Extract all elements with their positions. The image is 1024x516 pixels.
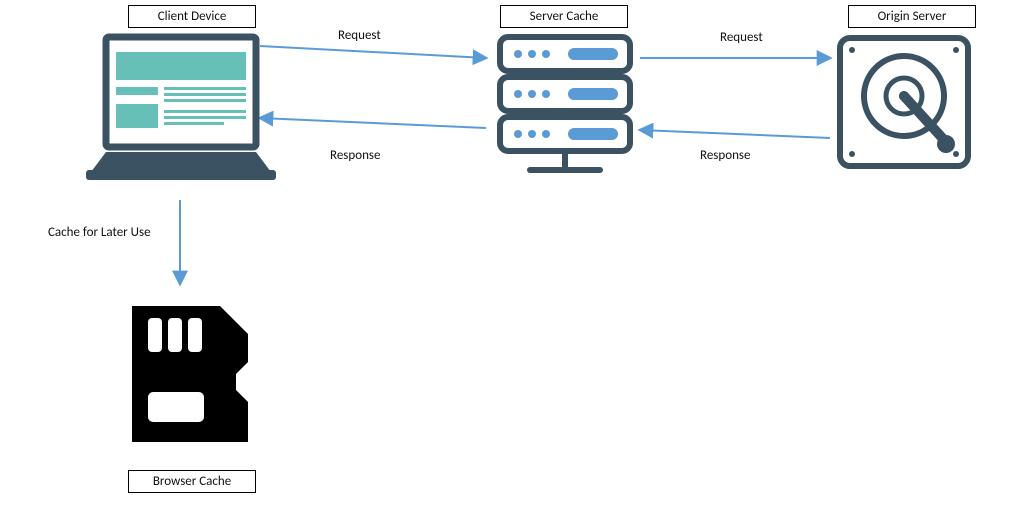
edge-label-cache-later: Cache for Later Use — [48, 225, 151, 240]
edge-label-response-1: Response — [700, 148, 750, 163]
hard-disk-icon — [834, 32, 974, 172]
server-cache-label: Server Cache — [500, 5, 628, 28]
origin-server-label: Origin Server — [848, 5, 976, 28]
arrow-response-servercache-client — [260, 118, 486, 128]
edge-label-response-2: Response — [330, 148, 380, 163]
client-device-label: Client Device — [128, 5, 256, 28]
sd-card-icon — [120, 294, 260, 454]
browser-cache-label: Browser Cache — [128, 470, 256, 493]
arrow-request-client-servercache — [260, 46, 486, 58]
diagram-canvas: Client Device Server Cache Origin Server… — [0, 0, 1024, 516]
laptop-icon — [86, 32, 276, 192]
arrow-response-origin-servercache — [640, 130, 830, 138]
edge-label-request-2: Request — [720, 30, 763, 45]
server-rack-icon — [490, 32, 640, 182]
edge-label-request-1: Request — [338, 28, 381, 43]
